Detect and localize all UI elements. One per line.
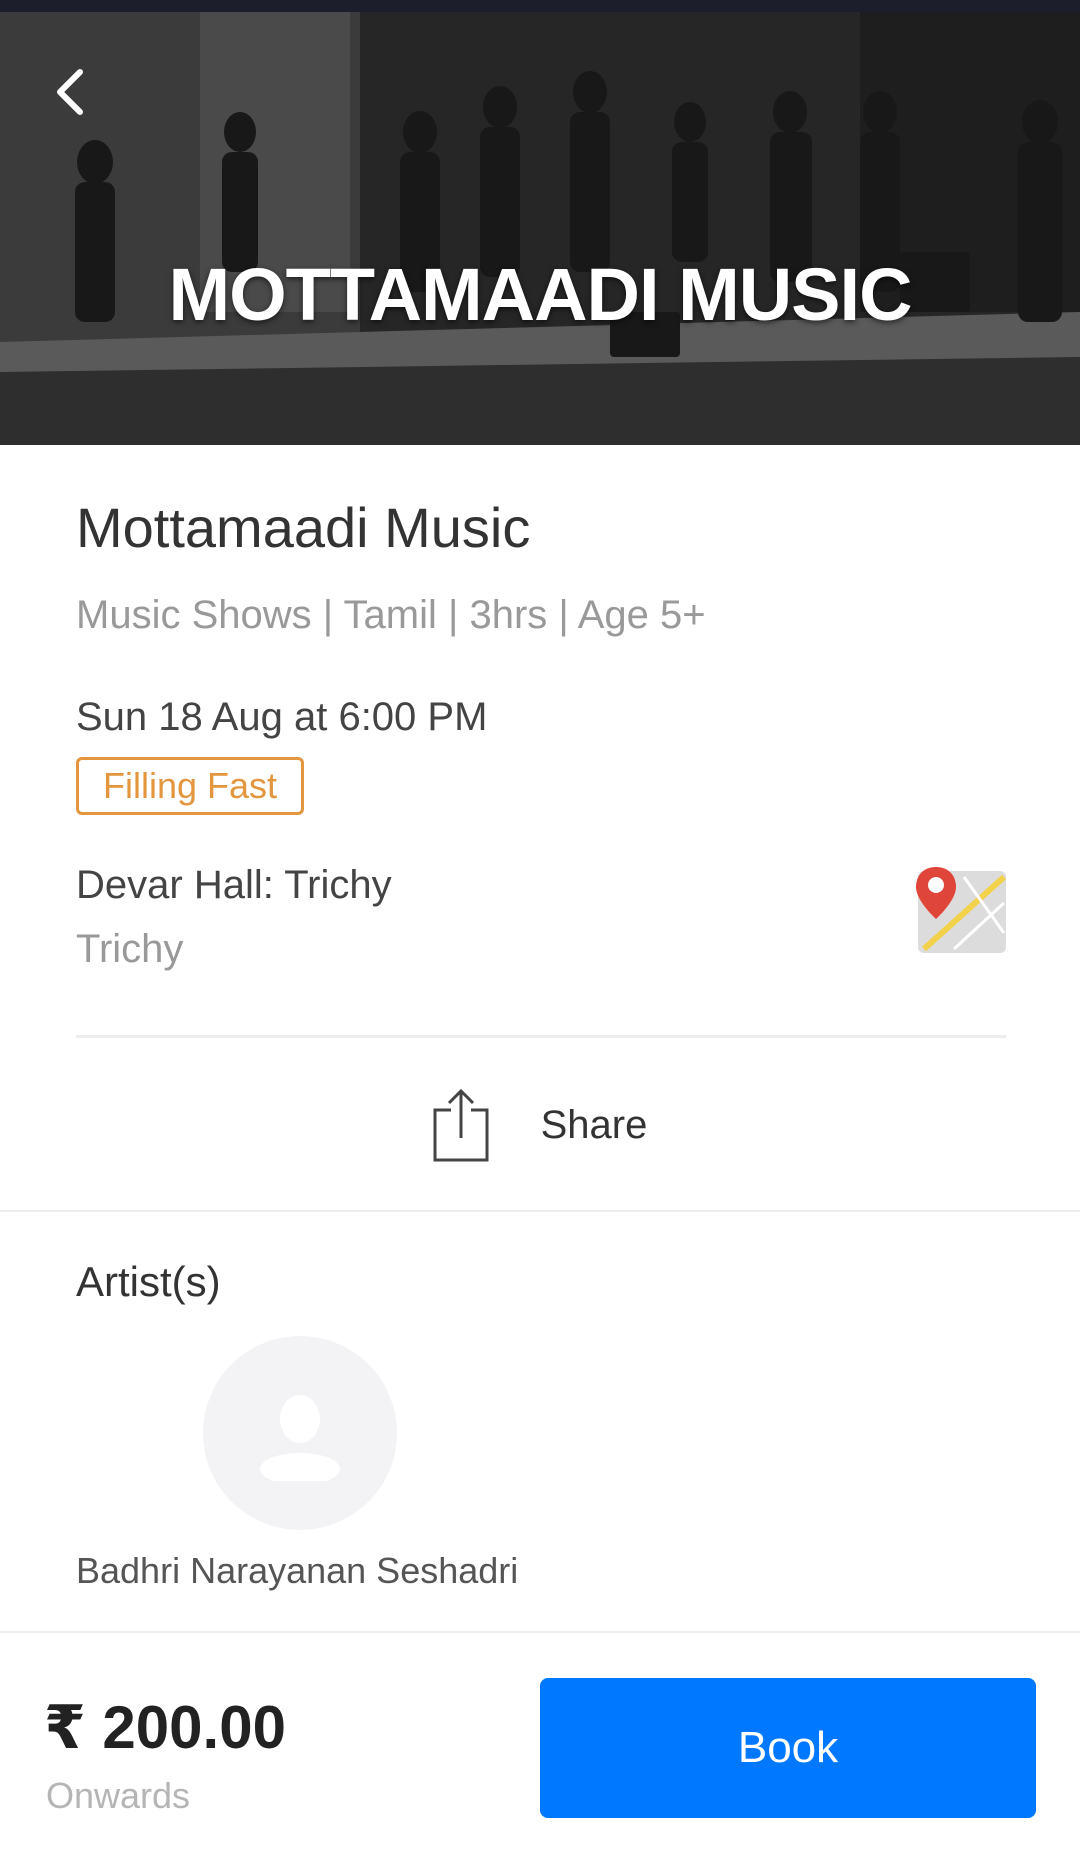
event-banner: MOTTAMAADI MUSIC	[0, 12, 1080, 445]
share-button[interactable]: Share	[0, 1040, 1080, 1210]
artist-card[interactable]: Badhri Narayanan Seshadri	[76, 1336, 526, 1596]
chevron-left-icon	[57, 69, 83, 115]
avatar	[203, 1336, 397, 1530]
artist-name: Badhri Narayanan Seshadri	[76, 1550, 519, 1591]
price-note: Onwards	[46, 1775, 191, 1816]
share-icon	[433, 1088, 489, 1162]
banner-title: MOTTAMAADI MUSIC	[168, 253, 912, 336]
filling-fast-badge: Filling Fast	[76, 757, 305, 815]
status-bar	[0, 0, 1080, 12]
event-title: Mottamaadi Music	[76, 496, 531, 559]
event-datetime: Sun 18 Aug at 6:00 PM	[76, 695, 488, 739]
map-button[interactable]	[914, 863, 1007, 955]
event-meta: Music Shows | Tamil | 3hrs | Age 5+	[76, 593, 706, 637]
share-label: Share	[540, 1102, 648, 1147]
venue-name[interactable]: Devar Hall: Trichy	[76, 863, 392, 908]
divider	[0, 1210, 1080, 1212]
map-pin-icon	[916, 867, 1007, 953]
booking-bar: ₹ 200.00 Onwards Book	[0, 1631, 1080, 1861]
book-button[interactable]: Book	[540, 1678, 1036, 1818]
ticket-price: ₹ 200.00	[44, 1694, 286, 1761]
divider	[76, 1035, 1006, 1038]
artists-heading: Artist(s)	[76, 1258, 221, 1305]
banner-photo	[0, 12, 1080, 445]
user-avatar-icon	[260, 1395, 340, 1481]
back-button[interactable]	[40, 62, 100, 122]
venue-city: Trichy	[76, 927, 184, 971]
